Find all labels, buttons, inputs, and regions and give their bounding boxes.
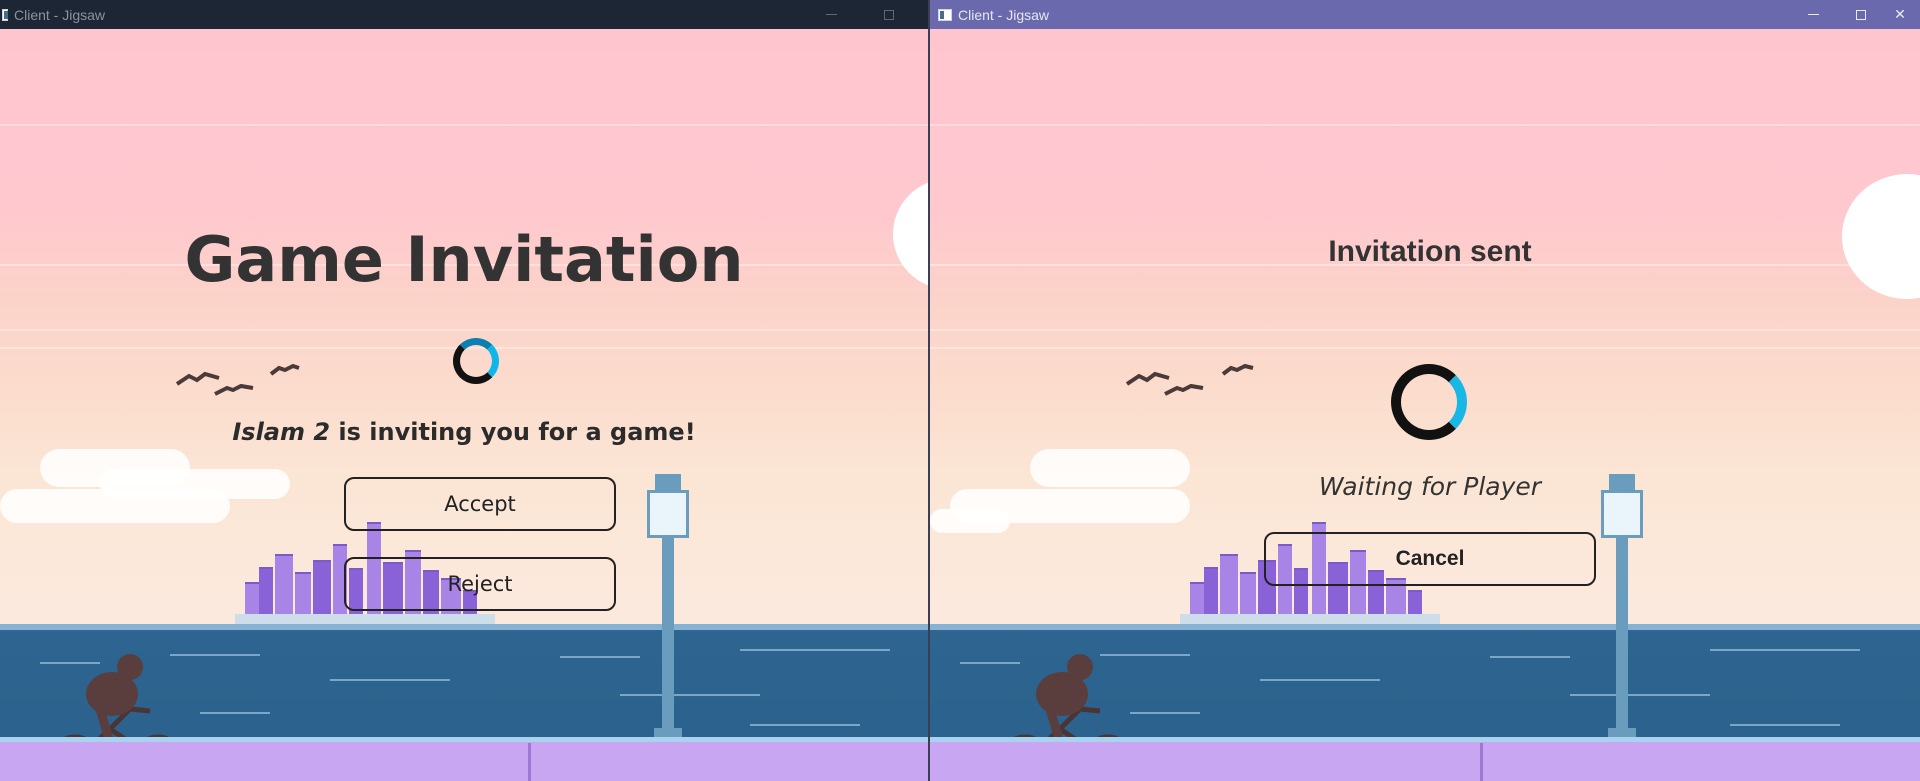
street-lamp-graphic <box>643 474 693 764</box>
right-close-button[interactable]: ✕ <box>1880 0 1920 29</box>
birds-graphic <box>1125 363 1254 396</box>
street-lamp-graphic <box>1597 474 1647 764</box>
left-background-scene <box>0 29 928 781</box>
cloud-graphic <box>930 509 1010 533</box>
right-minimize-button[interactable] <box>1790 0 1836 29</box>
minimize-icon <box>1807 14 1819 15</box>
birds-graphic <box>175 363 300 396</box>
reject-button[interactable]: Reject <box>344 557 616 611</box>
right-title-bar[interactable]: Client - Jigsaw ✕ <box>930 0 1920 29</box>
right-maximize-button[interactable] <box>1838 0 1884 29</box>
waiting-status: Waiting for Player <box>1318 472 1542 501</box>
close-icon: ✕ <box>1894 6 1906 22</box>
loading-spinner-icon <box>1391 364 1467 440</box>
left-maximize-button[interactable] <box>866 0 912 29</box>
accept-button[interactable]: Accept <box>344 477 616 531</box>
left-client-window: Client - Jigsaw Game Invitation Islam 2 … <box>0 0 928 781</box>
page-title: Invitation sent <box>1328 235 1532 268</box>
app-window-icon <box>2 8 8 21</box>
boardwalk-graphic <box>930 737 1920 781</box>
page-title: Game Invitation <box>184 223 744 296</box>
cancel-button[interactable]: Cancel <box>1264 532 1596 586</box>
left-minimize-button[interactable] <box>808 0 854 29</box>
left-title-bar[interactable]: Client - Jigsaw <box>0 0 928 29</box>
minimize-icon <box>825 14 837 15</box>
inviter-name: Islam 2 <box>232 418 331 446</box>
right-client-window: Client - Jigsaw ✕ Invitation sent Waitin… <box>930 0 1920 781</box>
loading-spinner-icon <box>453 338 499 384</box>
right-window-title: Client - Jigsaw <box>958 6 1050 23</box>
invitation-text: is inviting you for a game! <box>330 418 696 446</box>
maximize-icon <box>884 9 894 20</box>
app-window-icon <box>938 8 952 21</box>
invitation-message: Islam 2 is inviting you for a game! <box>0 418 928 446</box>
left-window-title: Client - Jigsaw <box>14 6 106 23</box>
boardwalk-graphic <box>0 737 928 781</box>
cloud-graphic <box>100 469 290 499</box>
maximize-icon <box>1856 9 1866 20</box>
